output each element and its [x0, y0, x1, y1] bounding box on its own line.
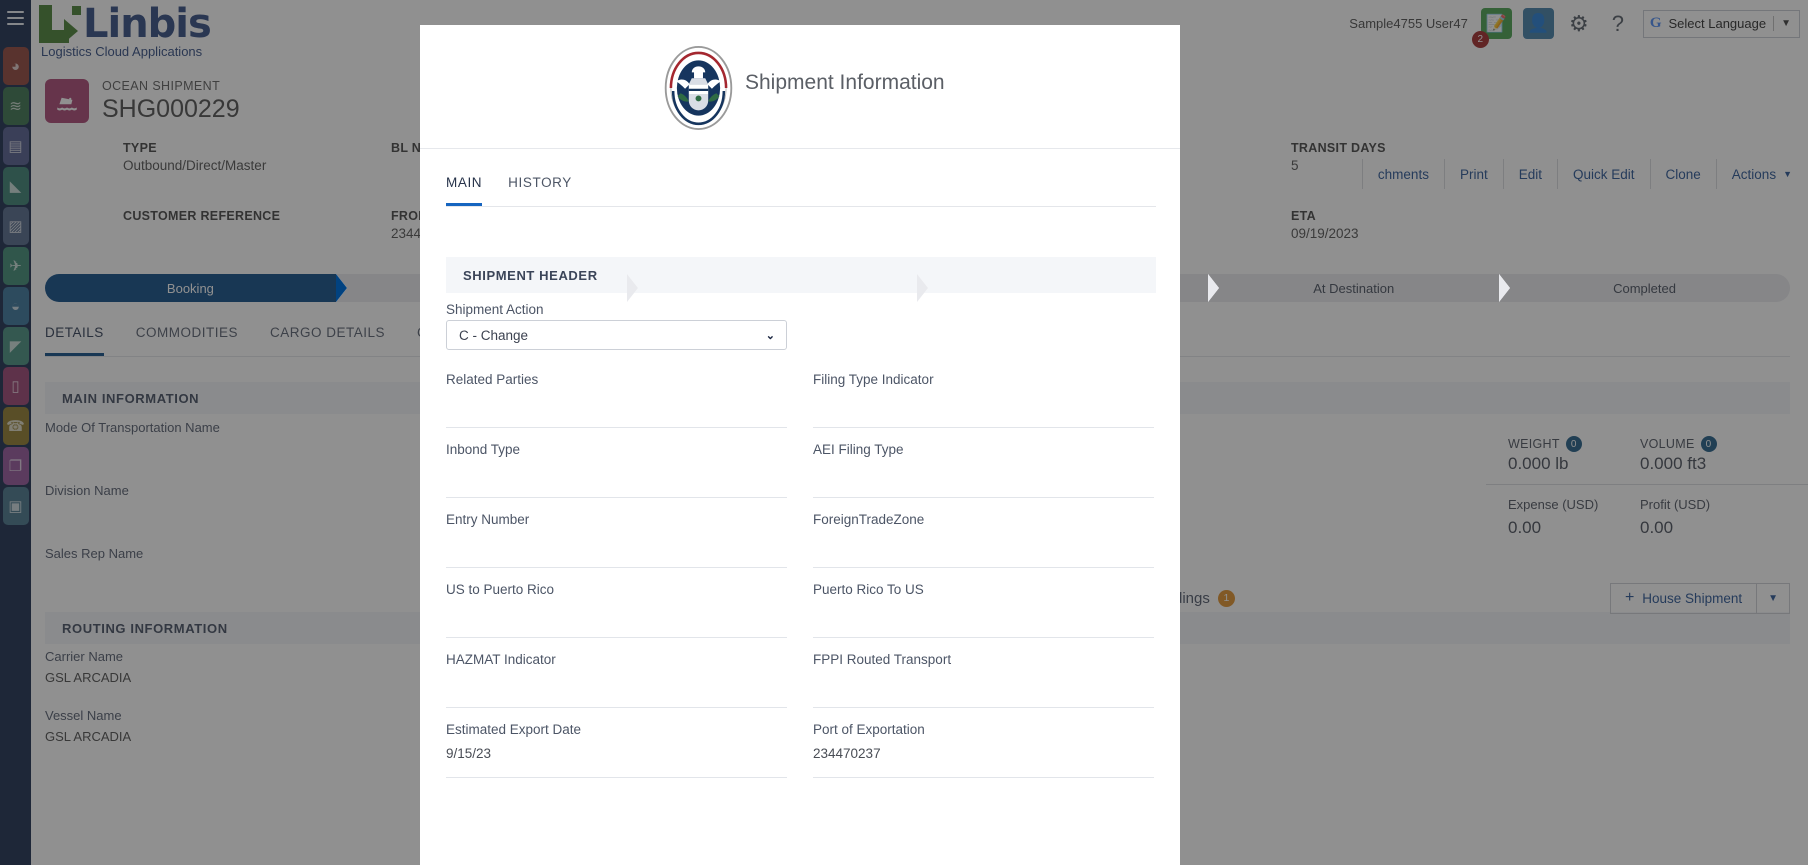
modal-field-underline — [813, 707, 1154, 708]
modal-field-label: Port of Exportation — [813, 722, 925, 737]
modal-tabs: MAIN HISTORY — [446, 175, 1156, 207]
modal-field-label: Estimated Export Date — [446, 722, 582, 737]
modal-field-label: Entry Number — [446, 512, 530, 527]
modal-field-us-to-puerto-rico[interactable]: US to Puerto Rico — [446, 582, 787, 606]
modal-field-estimated-export-date[interactable]: Estimated Export Date 9/15/23 — [446, 722, 787, 761]
modal-field-underline — [813, 637, 1154, 638]
modal-field-underline — [813, 567, 1154, 568]
step-separator — [335, 274, 347, 302]
modal-field-label: Puerto Rico To US — [813, 582, 924, 597]
modal-field-underline — [446, 707, 787, 708]
modal-section-header: SHIPMENT HEADER — [446, 257, 1156, 293]
modal-field-underline — [446, 637, 787, 638]
shipment-action-select[interactable]: C - Change ⌄ — [446, 320, 787, 350]
step-separator — [1499, 274, 1511, 302]
modal-field-label: Related Parties — [446, 372, 539, 387]
modal-field-port-of-exportation[interactable]: Port of Exportation 234470237 — [813, 722, 1154, 761]
modal-field-hazmat-indicator[interactable]: HAZMAT Indicator — [446, 652, 787, 676]
chevron-down-icon: ⌄ — [765, 329, 775, 342]
modal-field-label: US to Puerto Rico — [446, 582, 555, 597]
shipment-action-group: Shipment Action — [446, 302, 787, 317]
shipment-action-value: C - Change — [459, 327, 529, 343]
modal-field-underline — [446, 427, 787, 428]
modal-title: Shipment Information — [745, 71, 945, 94]
modal-tab-main[interactable]: MAIN — [446, 175, 483, 206]
modal-field-underline — [813, 427, 1154, 428]
modal-field-label: FPPI Routed Transport — [813, 652, 952, 667]
modal-field-entry-number[interactable]: Entry Number — [446, 512, 787, 536]
shipment-action-label: Shipment Action — [446, 302, 544, 317]
dhs-seal-icon — [661, 44, 736, 132]
modal-field-label: ForeignTradeZone — [813, 512, 925, 527]
modal-field-filing-type-indicator[interactable]: Filing Type Indicator — [813, 372, 1154, 396]
close-icon[interactable]: ✕ — [1158, 25, 1180, 35]
shipment-information-modal: Shipment Information ✕ MAIN HISTORY SHIPM… — [420, 25, 1180, 865]
modal-field-label: Filing Type Indicator — [813, 372, 934, 387]
modal-field-underline — [813, 777, 1154, 778]
modal-field-aei-filing-type[interactable]: AEI Filing Type — [813, 442, 1154, 466]
step-separator — [1208, 274, 1220, 302]
modal-field-foreigntradezone[interactable]: ForeignTradeZone — [813, 512, 1154, 536]
modal-field-underline — [446, 497, 787, 498]
modal-field-inbond-type[interactable]: Inbond Type — [446, 442, 787, 466]
modal-field-value: 9/15/23 — [446, 746, 492, 761]
modal-header: Shipment Information ✕ — [420, 25, 1180, 149]
modal-field-underline — [813, 497, 1154, 498]
modal-field-underline — [446, 567, 787, 568]
modal-field-related-parties[interactable]: Related Parties — [446, 372, 787, 396]
modal-field-fppi-routed-transport[interactable]: FPPI Routed Transport — [813, 652, 1154, 676]
modal-field-value: 234470237 — [813, 746, 881, 761]
step-separator — [917, 274, 929, 302]
modal-field-label: HAZMAT Indicator — [446, 652, 556, 667]
modal-field-underline — [446, 777, 787, 778]
step-separator — [626, 274, 638, 302]
modal-field-puerto-rico-to-us[interactable]: Puerto Rico To US — [813, 582, 1154, 606]
modal-field-label: AEI Filing Type — [813, 442, 904, 457]
modal-field-label: Inbond Type — [446, 442, 521, 457]
modal-tab-history[interactable]: HISTORY — [508, 175, 572, 206]
